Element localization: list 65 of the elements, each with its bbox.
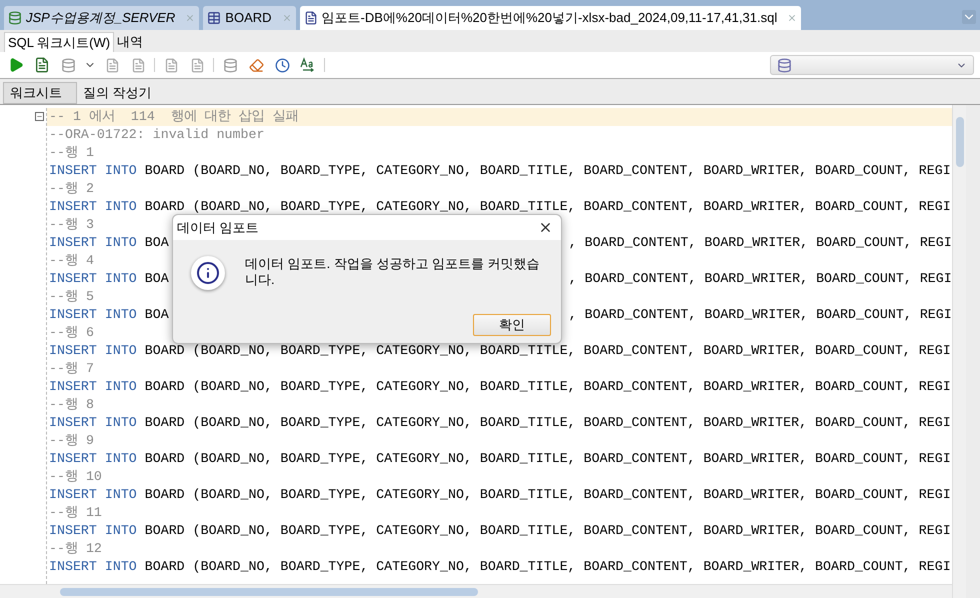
sql-text: BOARD (BOARD_NO, BOARD_TYPE, CATEGORY_NO, BOARD_TITLE, BOARD_CONTENT, BOARD_WRITER, BOARD_COUNT, REGI: [144, 343, 951, 358]
sql-keyword: INSERT INTO: [49, 559, 137, 574]
database-icon: [777, 58, 792, 72]
sql-text: BOA: [144, 235, 169, 250]
sql-keyword: INSERT INTO: [49, 379, 137, 394]
editor-tab[interactable]: JSP수업용계정_SERVER: [4, 6, 200, 30]
sql-comment: --행 8: [49, 397, 94, 412]
sql-keyword: INSERT INTO: [49, 343, 137, 358]
sql-comment: --행 12: [49, 541, 102, 556]
sql-comment: --행 7: [49, 361, 94, 376]
sql-text: , BOARD_CONTENT, BOARD_WRITER, BOARD_COUNT, REGI: [568, 307, 952, 322]
sql-comment: --행 3: [49, 217, 94, 232]
close-icon[interactable]: [538, 220, 553, 235]
sql-keyword: INSERT INTO: [49, 163, 137, 178]
tab-label: 임포트-DB에%20데이터%20한번에%20넣기-xlsx-bad_2024,09,11-17,41,31.sql: [322, 9, 778, 28]
sql-keyword: INSERT INTO: [49, 523, 137, 538]
tab-label: JSP수업용계정_SERVER: [26, 9, 176, 28]
database-icon: [8, 11, 22, 25]
collapse-icon[interactable]: [35, 112, 44, 121]
sql-comment: --행 6: [49, 325, 94, 340]
sql-keyword: INSERT INTO: [49, 415, 137, 430]
sql-text: BOARD (BOARD_NO, BOARD_TYPE, CATEGORY_NO, BOARD_TITLE, BOARD_CONTENT, BOARD_WRITER, BOARD_COUNT, REGI: [144, 487, 951, 502]
sql-text: BOARD (BOARD_NO, BOARD_TYPE, CATEGORY_NO, BOARD_TITLE, BOARD_CONTENT, BOARD_WRITER, BOARD_COUNT, REGI: [144, 379, 951, 394]
editor-tab[interactable]: BOARD: [203, 6, 296, 30]
horizontal-scrollbar[interactable]: [0, 584, 952, 598]
sql-comment: --행 9: [49, 433, 94, 448]
tab-label: BOARD: [225, 9, 272, 28]
sql-comment: --행 2: [49, 181, 94, 196]
sql-keyword: INSERT INTO: [49, 307, 137, 322]
sql-comment: --ORA-01722: invalid number: [49, 127, 264, 142]
sql-comment: --행 11: [49, 505, 102, 520]
sql-text: BOA: [144, 271, 169, 286]
sql-keyword: INSERT INTO: [49, 487, 137, 502]
menu-tab[interactable]: 내역: [114, 32, 146, 52]
sql-keyword: INSERT INTO: [49, 271, 137, 286]
dialog-title: 데이터 임포트: [177, 218, 259, 237]
sql-text: BOARD (BOARD_NO, BOARD_TYPE, CATEGORY_NO, BOARD_TITLE, BOARD_CONTENT, BOARD_WRITER, BOARD_COUNT, REGI: [144, 523, 951, 538]
sql-text: BOARD (BOARD_NO, BOARD_TYPE, CATEGORY_NO, BOARD_TITLE, BOARD_CONTENT, BOARD_WRITER, BOARD_COUNT, REGI: [144, 415, 951, 430]
sql-comment: --행 4: [49, 253, 94, 268]
table-icon: [207, 11, 222, 25]
sql-keyword: INSERT INTO: [49, 199, 137, 214]
sql-text: BOARD (BOARD_NO, BOARD_TYPE, CATEGORY_NO, BOARD_TITLE, BOARD_CONTENT, BOARD_WRITER, BOARD_COUNT, REGI: [144, 451, 951, 466]
sql-keyword: INSERT INTO: [49, 451, 137, 466]
sql-text: BOARD (BOARD_NO, BOARD_TYPE, CATEGORY_NO, BOARD_TITLE, BOARD_CONTENT, BOARD_WRITER, BOARD_COUNT, REGI: [144, 559, 951, 574]
ok-button[interactable]: 확인: [473, 314, 551, 336]
sql-comment: --행 1: [49, 145, 94, 160]
editor-tab[interactable]: 임포트-DB에%20데이터%20한번에%20넣기-xlsx-bad_2024,09,11-17,41,31.sql: [300, 6, 802, 30]
sql-comment: -- 1 에서 114 행에 대한 삽입 실패: [49, 109, 299, 124]
sql-comment: --행 5: [49, 289, 94, 304]
document-icon: [304, 11, 318, 25]
sql-text: , BOARD_CONTENT, BOARD_WRITER, BOARD_COUNT, REGI: [568, 235, 952, 250]
menu-tab[interactable]: SQL 워크시트(W): [4, 32, 114, 52]
sql-text: BOA: [144, 307, 169, 322]
sql-text: BOARD (BOARD_NO, BOARD_TYPE, CATEGORY_NO, BOARD_TITLE, BOARD_CONTENT, BOARD_WRITER, BOARD_COUNT, REGI: [144, 199, 951, 214]
connection-dropdown[interactable]: [770, 55, 974, 75]
dialog-message: 데이터 임포트. 작업을 성공하고 임포트를 커밋했습니다.: [245, 256, 541, 289]
vertical-scrollbar[interactable]: [952, 105, 966, 598]
info-icon: [191, 256, 225, 290]
sql-keyword: INSERT INTO: [49, 235, 137, 250]
sub-tab[interactable]: 워크시트: [3, 82, 77, 104]
sql-text: BOARD (BOARD_NO, BOARD_TYPE, CATEGORY_NO, BOARD_TITLE, BOARD_CONTENT, BOARD_WRITER, BOARD_COUNT, REGI: [144, 163, 951, 178]
dropdown-icon[interactable]: [962, 10, 976, 24]
sql-text: , BOARD_CONTENT, BOARD_WRITER, BOARD_COUNT, REGI: [568, 271, 952, 286]
sql-comment: --행 10: [49, 469, 102, 484]
sub-tab[interactable]: 질의 작성기: [77, 82, 158, 104]
